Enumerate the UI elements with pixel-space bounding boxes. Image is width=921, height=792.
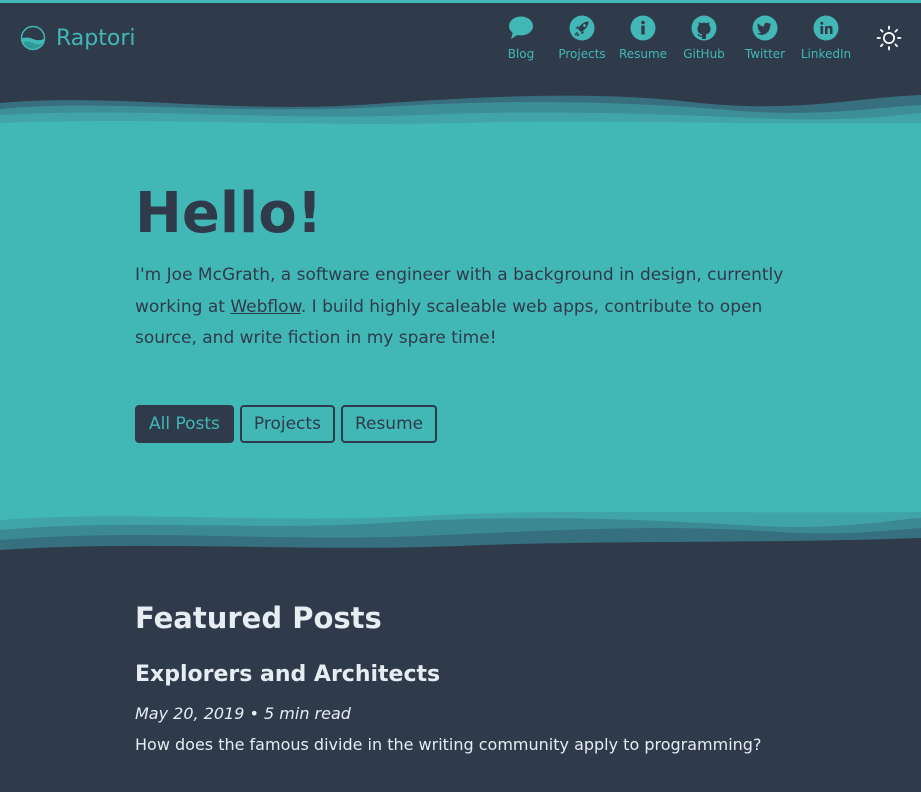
nav-linkedin-label: LinkedIn — [800, 47, 852, 61]
planet-logo-icon — [20, 25, 46, 51]
all-posts-button[interactable]: All Posts — [135, 405, 234, 443]
twitter-icon — [752, 15, 778, 41]
post-title-link[interactable]: Explorers and Architects — [135, 660, 440, 690]
rocket-icon — [569, 15, 595, 41]
linkedin-icon — [813, 15, 839, 41]
nav-twitter[interactable]: Twitter — [730, 15, 800, 61]
filter-button-row: All Posts Projects Resume — [135, 405, 438, 443]
nav-github[interactable]: GitHub — [669, 15, 739, 61]
bottom-wave-divider — [0, 511, 921, 560]
nav-twitter-label: Twitter — [744, 47, 786, 61]
nav-projects-label: Projects — [558, 47, 606, 61]
post-excerpt: How does the famous divide in the writin… — [135, 735, 762, 754]
top-wave-divider — [0, 95, 921, 145]
post-meta: May 20, 2019 • 5 min read — [135, 704, 351, 723]
nav-projects[interactable]: Projects — [547, 15, 617, 61]
nav-blog[interactable]: Blog — [486, 15, 556, 61]
nav-resume-label: Resume — [618, 47, 668, 61]
info-icon — [630, 15, 656, 41]
nav-blog-label: Blog — [507, 47, 535, 61]
resume-button[interactable]: Resume — [340, 405, 438, 443]
nav-linkedin[interactable]: LinkedIn — [791, 15, 861, 61]
hero-intro: I'm Joe McGrath, a software engineer wit… — [135, 260, 785, 355]
projects-button[interactable]: Projects — [239, 405, 335, 443]
nav-resume[interactable]: Resume — [608, 15, 678, 61]
github-icon — [691, 15, 717, 41]
sun-icon[interactable] — [876, 25, 902, 51]
nav-github-label: GitHub — [683, 47, 725, 61]
site-header: Raptori Blog Projects Resume GitHub Twit… — [0, 3, 921, 95]
brand-name: Raptori — [56, 25, 136, 51]
page-title: Hello! — [135, 181, 323, 246]
brand-link[interactable]: Raptori — [20, 25, 136, 51]
chat-bubble-icon — [509, 16, 533, 39]
featured-posts-heading: Featured Posts — [135, 601, 382, 635]
webflow-link[interactable]: Webflow — [230, 297, 301, 317]
